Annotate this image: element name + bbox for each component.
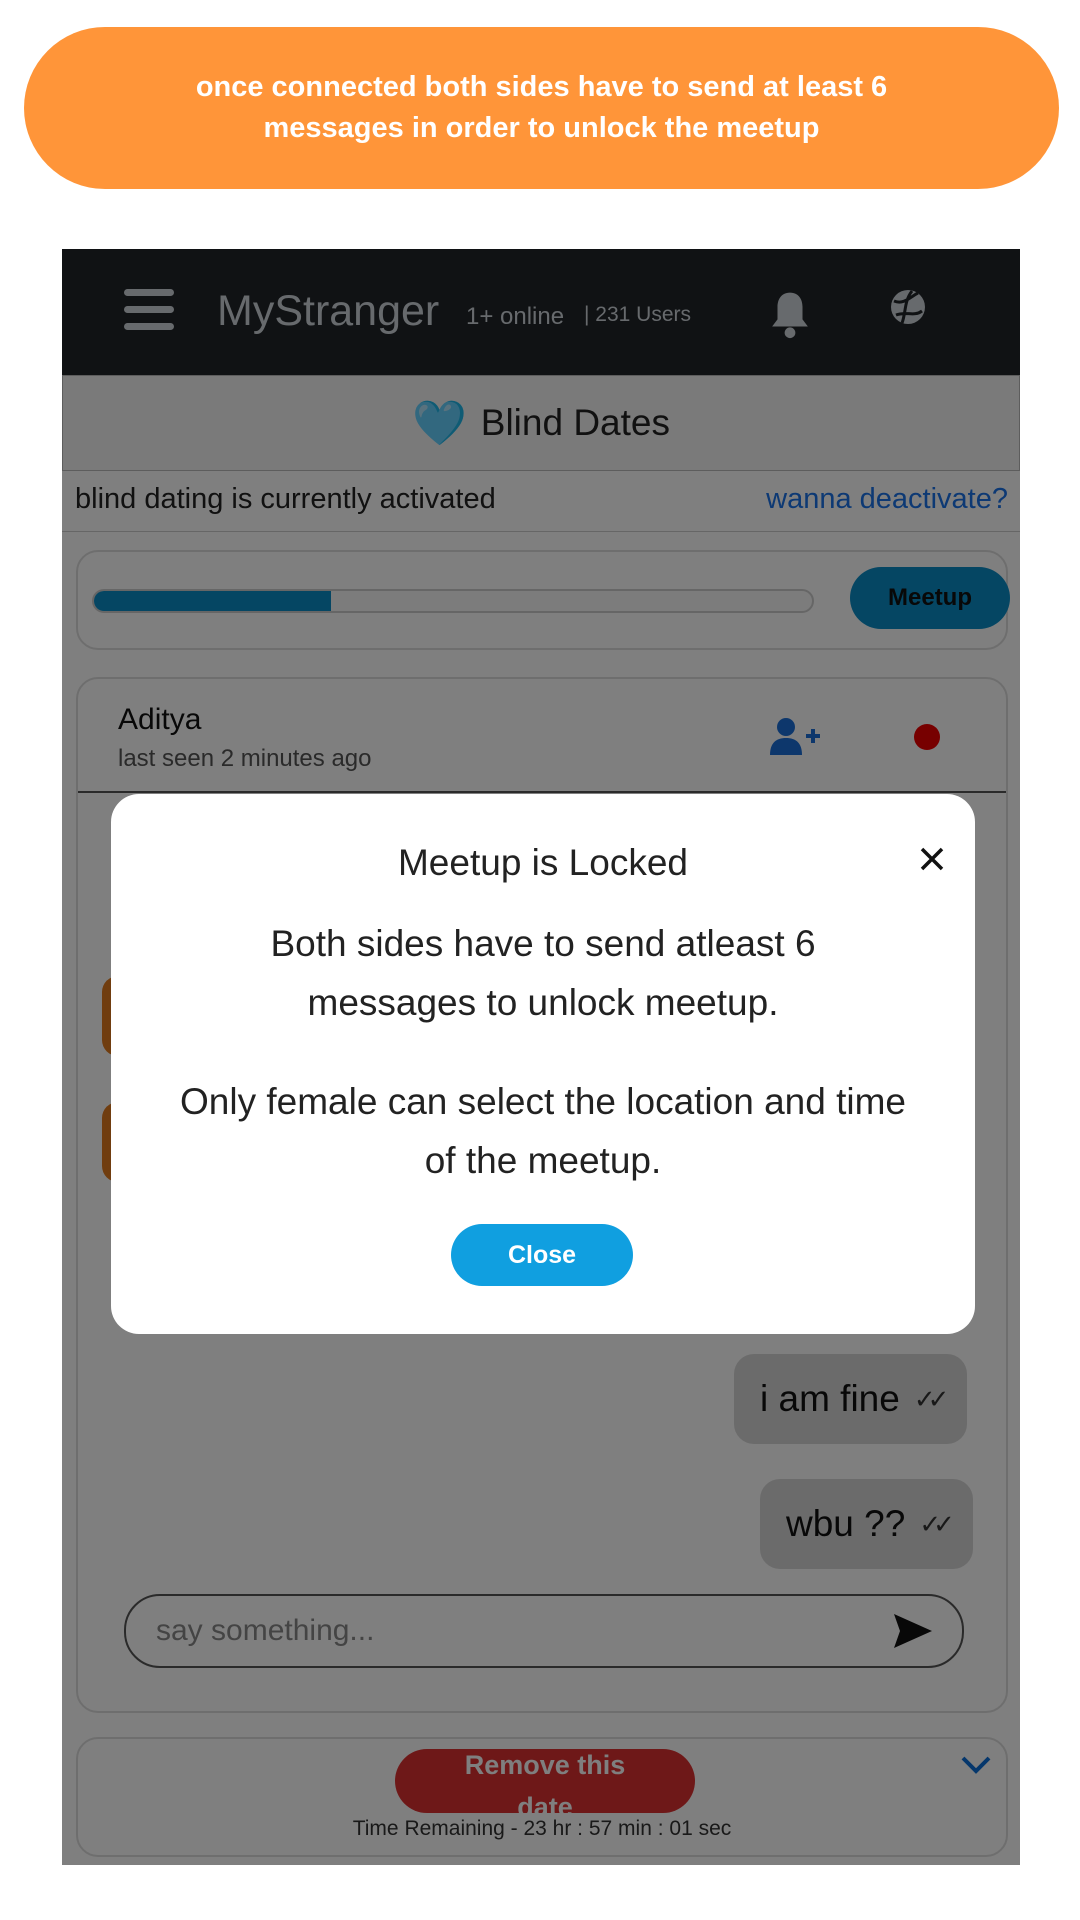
info-banner: once connected both sides have to send a… [24, 27, 1059, 189]
close-icon[interactable] [919, 846, 945, 872]
modal-message-unlock: Both sides have to send atleast 6 messag… [270, 923, 816, 1023]
app-screen: MyStranger 1+ online | 231 Users 🩵 Blind… [62, 249, 1020, 1865]
modal-close-button[interactable]: Close [451, 1224, 633, 1286]
info-banner-text: once connected both sides have to send a… [195, 71, 888, 144]
modal-title: Meetup is Locked [397, 842, 688, 883]
modal-message-location: Only female can select the location and … [180, 1081, 906, 1181]
meetup-locked-modal: Meetup is Locked Both sides have to send… [111, 794, 975, 1334]
